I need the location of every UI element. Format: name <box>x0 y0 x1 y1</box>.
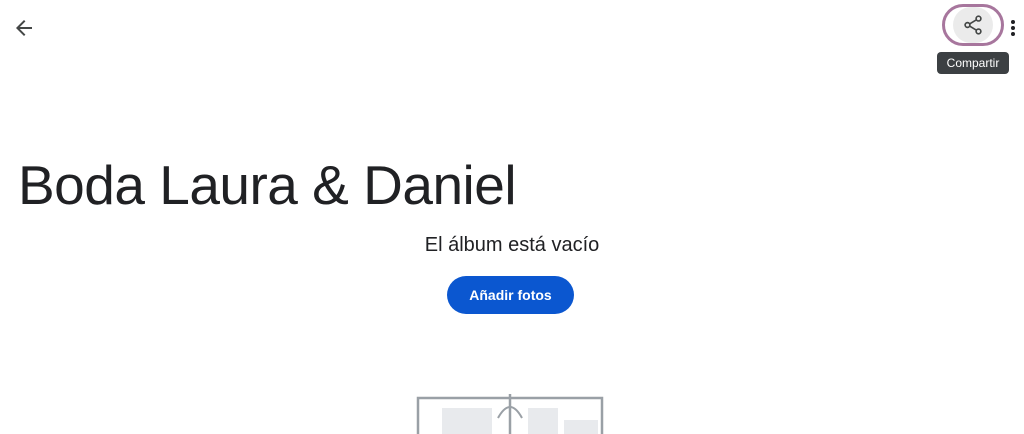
album-title[interactable]: Boda Laura & Daniel <box>18 150 517 220</box>
more-options-button[interactable] <box>1006 14 1020 42</box>
share-button-hover-bg <box>953 7 993 43</box>
empty-album-illustration-icon <box>416 394 604 434</box>
share-tooltip: Compartir <box>937 52 1009 74</box>
share-icon <box>964 15 982 35</box>
back-button[interactable] <box>6 10 42 46</box>
more-vertical-icon <box>1011 20 1015 36</box>
add-photos-button[interactable]: Añadir fotos <box>447 276 574 314</box>
share-button[interactable] <box>942 4 1004 46</box>
empty-album-message: El álbum está vacío <box>424 234 600 256</box>
arrow-left-icon <box>16 20 32 36</box>
